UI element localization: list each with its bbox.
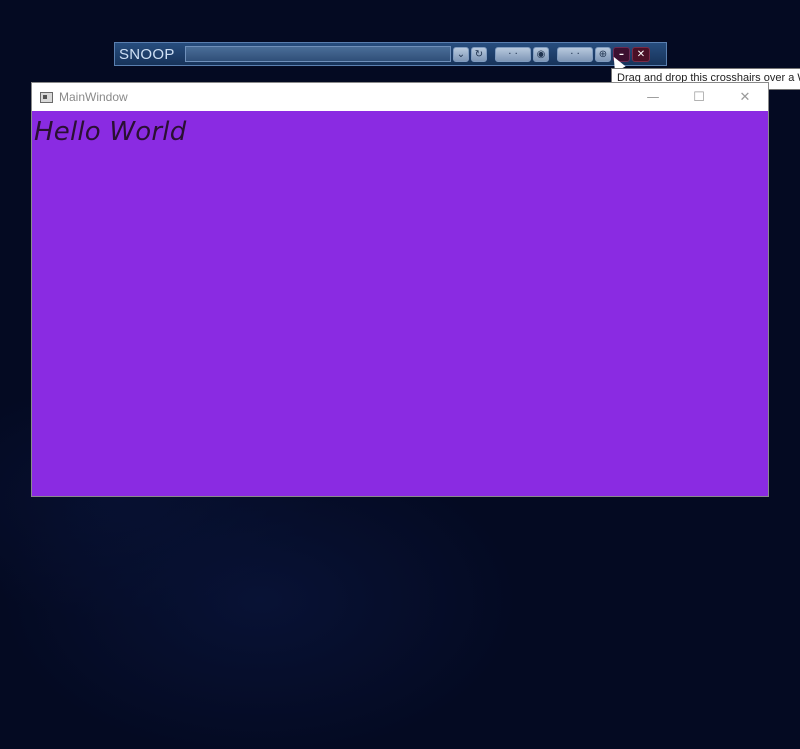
app-icon [40,91,53,103]
close-button[interactable]: ✕ [722,83,768,111]
snoop-title: SNOOP [119,45,175,63]
snoop-toolbar: SNOOP ⌄ ↻ · · ◉ · · ⊕ – ✕ [114,42,667,66]
maximize-button[interactable]: ☐ [676,83,722,111]
refresh-icon[interactable]: ↻ [471,46,487,62]
close-icon[interactable]: ✕ [632,46,650,62]
window-title: MainWindow [59,90,128,104]
title-bar[interactable]: MainWindow — ☐ ✕ [32,83,768,111]
caption-buttons: — ☐ ✕ [630,83,768,111]
dropdown-icon[interactable]: ⌄ [453,46,469,62]
snoop-action-2-button[interactable]: · · [557,46,593,62]
snoop-action-1-button[interactable]: · · [495,46,531,62]
hello-text: Hello World [34,117,187,147]
minimize-button[interactable]: — [630,83,676,111]
main-window: MainWindow — ☐ ✕ Hello World [31,82,769,497]
snoop-window-selector[interactable] [185,46,451,62]
settings-icon[interactable]: ◉ [533,46,549,62]
window-content: Hello World [32,111,768,496]
